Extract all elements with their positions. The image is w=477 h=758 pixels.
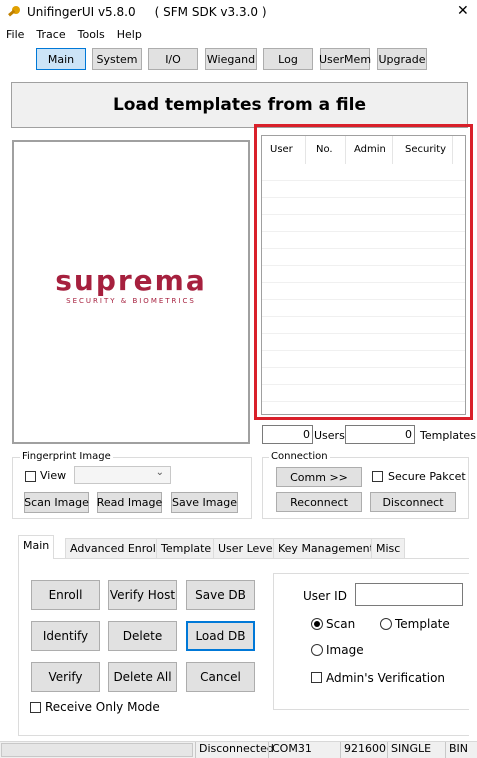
tab-template[interactable]: Template: [156, 538, 217, 558]
cancel-button[interactable]: Cancel: [186, 662, 255, 692]
menu-bar: File Trace Tools Help: [6, 28, 154, 41]
status-format: BIN: [445, 742, 468, 758]
tab-misc[interactable]: Misc: [371, 538, 406, 558]
load-db-button[interactable]: Load DB: [186, 621, 255, 651]
admin-verification-checkbox[interactable]: [311, 670, 322, 683]
column-security[interactable]: Security: [405, 144, 446, 155]
tab-key-management[interactable]: Key Management: [273, 538, 379, 558]
toolbar-main-button[interactable]: Main: [36, 48, 86, 70]
verify-host-button[interactable]: Verify Host: [108, 580, 177, 610]
toolbar-log-button[interactable]: Log: [263, 48, 313, 70]
delete-button[interactable]: Delete: [108, 621, 177, 651]
scan-image-button[interactable]: Scan Image: [24, 492, 89, 513]
save-image-button[interactable]: Save Image: [171, 492, 238, 513]
admin-verification-label: Admin's Verification: [326, 671, 446, 685]
status-connection: Disconnected: [195, 742, 274, 758]
chevron-down-icon: ⌄: [155, 467, 164, 478]
menu-tools[interactable]: Tools: [78, 28, 105, 41]
status-port: COM31: [268, 742, 312, 758]
tab-main[interactable]: Main: [18, 535, 55, 559]
users-label: Users: [314, 429, 345, 442]
image-label: Image: [326, 643, 364, 657]
receive-only-label: Receive Only Mode: [45, 700, 160, 714]
toolbar-system-button[interactable]: System: [92, 48, 142, 70]
banner-text: Load templates from a file: [112, 95, 367, 115]
secure-packet-checkbox[interactable]: [372, 469, 383, 482]
delete-all-button[interactable]: Delete All: [108, 662, 177, 692]
template-label: Template: [395, 617, 450, 631]
column-divider: [452, 136, 453, 164]
banner-panel: Load templates from a file: [11, 82, 468, 128]
fingerprint-image-panel: suprema SECURITY & BIOMETRICS: [12, 140, 250, 444]
template-radio[interactable]: [380, 617, 392, 630]
view-dropdown[interactable]: ⌄: [74, 466, 171, 484]
connection-label: Connection: [269, 451, 330, 462]
enroll-button[interactable]: Enroll: [31, 580, 100, 610]
toolbar-wiegand-button[interactable]: Wiegand: [205, 48, 257, 70]
disconnect-button[interactable]: Disconnect: [370, 492, 456, 512]
fingerprint-image-label: Fingerprint Image: [20, 451, 113, 462]
logo-wordmark: suprema: [55, 264, 207, 297]
close-icon[interactable]: ✕: [457, 3, 469, 19]
window-title: UnifingerUI v5.8.0 ( SFM SDK v3.3.0 ): [27, 5, 267, 19]
read-image-button[interactable]: Read Image: [97, 492, 162, 513]
toolbar-usermem-button[interactable]: UserMem: [319, 48, 371, 70]
templates-count-field[interactable]: [345, 425, 415, 444]
status-progress: [1, 743, 193, 757]
verify-button[interactable]: Verify: [31, 662, 100, 692]
scan-label: Scan: [326, 617, 356, 631]
suprema-logo: suprema SECURITY & BIOMETRICS: [14, 264, 248, 306]
user-id-field[interactable]: [355, 583, 463, 606]
user-table-header: User No. Admin Security: [262, 136, 465, 164]
menu-help[interactable]: Help: [117, 28, 142, 41]
identify-button[interactable]: Identify: [31, 621, 100, 651]
view-label: View: [40, 469, 67, 482]
column-divider: [345, 136, 346, 164]
users-count-field[interactable]: [262, 425, 313, 444]
secure-packet-label: Secure Pakcet: [388, 470, 466, 483]
column-divider: [392, 136, 393, 164]
image-radio[interactable]: [311, 643, 323, 656]
user-table[interactable]: User No. Admin Security: [261, 135, 466, 415]
app-icon: [7, 5, 21, 19]
table-grid: [262, 164, 465, 414]
save-db-button[interactable]: Save DB: [186, 580, 255, 610]
templates-label: Templates: [420, 429, 476, 442]
comm-button[interactable]: Comm >>: [276, 467, 362, 487]
column-admin[interactable]: Admin: [354, 144, 386, 155]
tab-advanced-enroll[interactable]: Advanced Enroll: [65, 538, 164, 558]
user-id-label: User ID: [303, 589, 347, 603]
status-mode: SINGLE: [387, 742, 431, 758]
reconnect-button[interactable]: Reconnect: [276, 492, 362, 512]
column-user[interactable]: User: [270, 144, 293, 155]
tab-user-level[interactable]: User Level: [213, 538, 281, 558]
toolbar-io-button[interactable]: I/O: [148, 48, 198, 70]
scan-radio[interactable]: [311, 617, 323, 630]
menu-trace[interactable]: Trace: [36, 28, 65, 41]
toolbar-upgrade-button[interactable]: Upgrade: [377, 48, 427, 70]
view-checkbox[interactable]: [25, 469, 36, 482]
menu-file[interactable]: File: [6, 28, 24, 41]
receive-only-checkbox[interactable]: [30, 700, 41, 713]
column-divider: [305, 136, 306, 164]
column-no[interactable]: No.: [316, 144, 333, 155]
status-baud: 921600: [340, 742, 386, 758]
logo-tagline: SECURITY & BIOMETRICS: [66, 297, 196, 305]
